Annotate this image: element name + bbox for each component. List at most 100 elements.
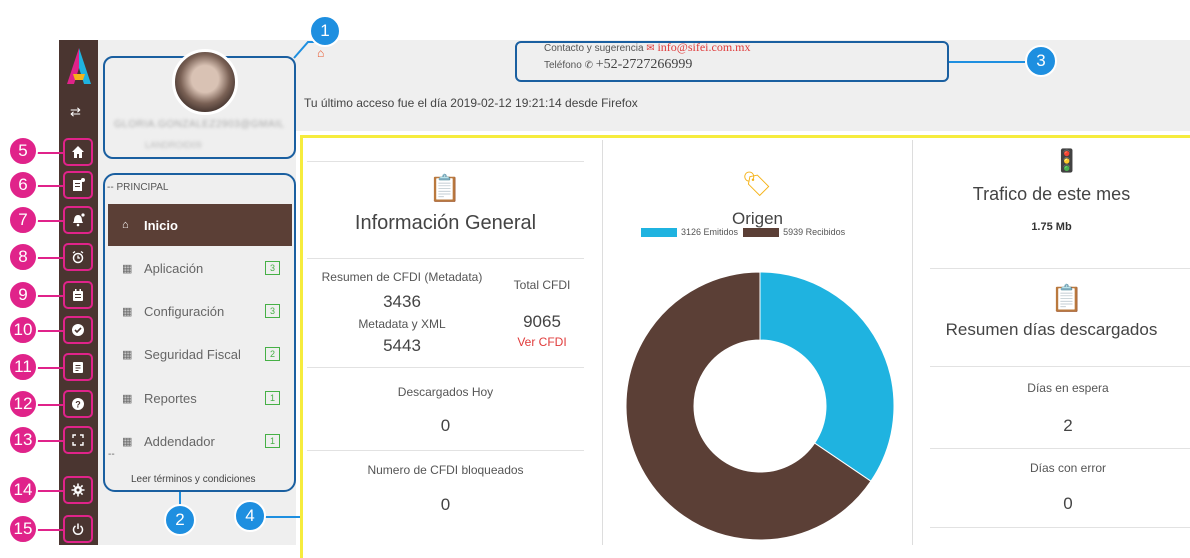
dias-error-value: 0 (1063, 494, 1073, 513)
rail-alarm-button[interactable] (63, 243, 93, 271)
count-badge: 1 (264, 434, 280, 448)
calendar-icon (73, 289, 83, 301)
last-access-text: Tu último acceso fue el día 2019-02-12 1… (304, 96, 638, 110)
trafico-value: 1.75 Mb (1031, 221, 1072, 233)
dias-espera-value: 2 (1063, 416, 1073, 435)
callout-badge: 4 (234, 500, 266, 532)
legend-label-recibidos: 5939 Recibidos (783, 227, 846, 237)
sidebar-item-label: Configuración (144, 303, 225, 319)
divider (930, 268, 1190, 269)
callout-line (36, 185, 64, 187)
grid-icon: ▦ (122, 348, 133, 361)
info-general-title: Información General (354, 212, 537, 234)
help-icon: ? (72, 398, 84, 410)
callout-line (36, 257, 64, 259)
callout-badge: 6 (8, 170, 38, 200)
callout-line (36, 367, 64, 369)
divider (930, 527, 1190, 528)
mail-icon: ✉ (646, 43, 655, 54)
callout-badge: 8 (8, 242, 38, 272)
count-badge: 3 (264, 304, 280, 318)
svg-text:?: ? (75, 400, 81, 410)
grid-icon: ▦ (122, 262, 133, 275)
total-cfdi-value: 9065 (523, 312, 561, 331)
divider (930, 366, 1190, 367)
legend-swatch-recibidos (743, 228, 780, 238)
sidebar-item-inicio[interactable]: ⌂ Inicio (108, 204, 292, 246)
divider (307, 161, 584, 162)
power-icon (72, 523, 84, 535)
callout-line (36, 152, 64, 154)
resumen-dias-title: Resumen días descargados (945, 320, 1158, 339)
resumen-label: Resumen de CFDI (Metadata) (321, 270, 483, 284)
rail-logout-button[interactable] (63, 515, 93, 543)
callout-badge: 2 (164, 504, 196, 536)
count-badge: 1 (264, 391, 280, 405)
callout-badge: 1 (309, 15, 341, 47)
avatar[interactable] (172, 49, 238, 115)
home-icon: ⌂ (122, 219, 129, 231)
phone-row: Teléfono ✆ +52-2727266999 (544, 57, 692, 73)
rail-calendar-button[interactable] (63, 281, 93, 309)
legend-swatch-emitidos (641, 228, 677, 238)
callout-badge: 3 (1025, 45, 1057, 77)
user-subtitle: LANDROID09 (145, 140, 202, 150)
sidebar-item-aplicacion[interactable]: ▦ Aplicación 3 (108, 247, 292, 289)
callout-line (36, 220, 64, 222)
metadata-xml-label: Metadata y XML (358, 317, 446, 331)
donut-slice-emitidos[interactable] (759, 271, 895, 482)
terms-link[interactable]: Leer términos y condiciones (131, 474, 256, 485)
rail-settings-button[interactable] (63, 476, 93, 504)
alarm-clock-icon (72, 250, 84, 264)
callout-line (36, 490, 64, 492)
bell-icon (73, 213, 85, 227)
grid-icon: ▦ (122, 392, 133, 405)
ver-cfdi-link[interactable]: Ver CFDI (497, 335, 587, 349)
sidebar-item-configuracion[interactable]: ▦ Configuración 3 (108, 290, 292, 332)
callout-badge: 5 (8, 136, 38, 166)
home-icon (72, 146, 84, 158)
rail-notifications-button[interactable] (63, 206, 93, 234)
app-logo[interactable] (63, 46, 95, 86)
dias-error-label: Días con error (1029, 461, 1107, 475)
column-divider (602, 140, 603, 545)
rail-home-button[interactable] (63, 138, 93, 166)
section-label: -- PRINCIPAL (107, 182, 169, 193)
phone-label: Teléfono (544, 60, 582, 71)
sidebar-item-label: Addendador (144, 433, 215, 449)
traffic-light-icon: 🚦 (1053, 148, 1081, 173)
count-badge: 3 (264, 261, 280, 275)
clipboard-icon: 📋 (1050, 283, 1084, 313)
rail-fullscreen-button[interactable] (63, 426, 93, 454)
document-edit-icon (73, 178, 85, 191)
sidebar-item-reportes[interactable]: ▦ Reportes 1 (108, 377, 292, 419)
rail-clipboard-button[interactable] (63, 353, 93, 381)
sidebar-item-addendador[interactable]: ▦ Addendador 1 (108, 420, 292, 462)
descargados-label: Descargados Hoy (397, 385, 494, 399)
divider (307, 258, 584, 259)
callout-badge: 9 (8, 280, 38, 310)
divider (307, 367, 584, 368)
rail-check-button[interactable] (63, 316, 93, 344)
rail-document-button[interactable] (63, 171, 93, 199)
section-end: -- (108, 449, 115, 460)
origen-donut-chart (625, 271, 895, 541)
callout-line (949, 61, 1025, 63)
callout-badge: 10 (8, 315, 38, 345)
contact-label: Contacto y sugerencia (544, 43, 644, 54)
callout-badge: 11 (8, 352, 38, 382)
callout-badge: 12 (8, 389, 38, 419)
descargados-value: 0 (440, 416, 451, 435)
callout-badge: 7 (8, 205, 38, 235)
gear-icon (71, 483, 85, 497)
total-cfdi-label: Total CFDI (513, 278, 571, 292)
tag-icon: 🏷 (741, 171, 773, 198)
swap-icon[interactable]: ⇄ (70, 104, 81, 120)
rail-help-button[interactable]: ? (63, 390, 93, 418)
user-email: GLORIA.GONZALEZ2903@GMAIL (114, 119, 285, 130)
contact-row: Contacto y sugerencia ✉ info@sifei.com.m… (544, 40, 751, 55)
contact-email-link[interactable]: info@sifei.com.mx (657, 40, 750, 54)
divider (307, 450, 584, 451)
sidebar-item-seguridad-fiscal[interactable]: ▦ Seguridad Fiscal 2 (108, 333, 292, 375)
grid-icon: ▦ (122, 305, 133, 318)
